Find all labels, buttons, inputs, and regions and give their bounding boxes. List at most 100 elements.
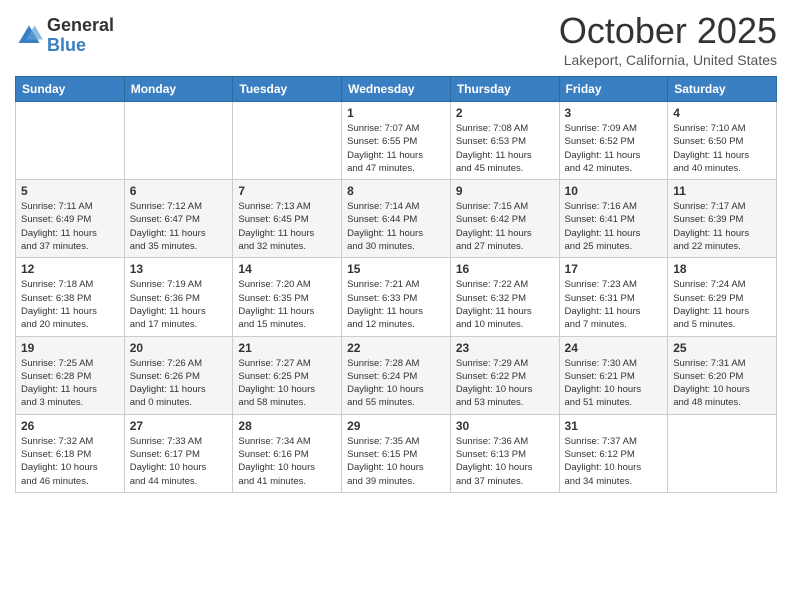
day-number: 23 [456,341,554,355]
day-info: Sunrise: 7:31 AM Sunset: 6:20 PM Dayligh… [673,357,771,410]
calendar-week-row: 1 Sunrise: 7:07 AM Sunset: 6:55 PM Daylig… [16,102,777,180]
day-number: 7 [238,184,336,198]
day-info: Sunrise: 7:27 AM Sunset: 6:25 PM Dayligh… [238,357,336,410]
day-number: 10 [565,184,663,198]
day-number: 9 [456,184,554,198]
calendar-cell: 19 Sunrise: 7:25 AM Sunset: 6:28 PM Dayli… [16,336,125,414]
calendar-cell [16,102,125,180]
calendar-cell: 26 Sunrise: 7:32 AM Sunset: 6:18 PM Dayli… [16,414,125,492]
logo-general-text: General [47,15,114,35]
day-info: Sunrise: 7:28 AM Sunset: 6:24 PM Dayligh… [347,357,445,410]
day-number: 8 [347,184,445,198]
calendar-cell: 10Sunrise: 7:16 AM Sunset: 6:41 PM Dayli… [559,180,668,258]
day-number: 2 [456,106,554,120]
calendar-cell: 21 Sunrise: 7:27 AM Sunset: 6:25 PM Dayli… [233,336,342,414]
day-number: 4 [673,106,771,120]
calendar-cell: 7 Sunrise: 7:13 AM Sunset: 6:45 PM Daylig… [233,180,342,258]
day-number: 17 [565,262,663,276]
day-header-thursday: Thursday [450,77,559,102]
day-info: Sunrise: 7:07 AM Sunset: 6:55 PM Dayligh… [347,122,445,175]
logo-blue-text: Blue [47,35,86,55]
day-number: 27 [130,419,228,433]
day-info: Sunrise: 7:20 AM Sunset: 6:35 PM Dayligh… [238,278,336,331]
day-info: Sunrise: 7:17 AM Sunset: 6:39 PM Dayligh… [673,200,771,253]
calendar-cell: 17 Sunrise: 7:23 AM Sunset: 6:31 PM Dayli… [559,258,668,336]
calendar-cell: 18 Sunrise: 7:24 AM Sunset: 6:29 PM Dayli… [668,258,777,336]
day-header-monday: Monday [124,77,233,102]
day-number: 28 [238,419,336,433]
calendar-cell [668,414,777,492]
calendar-table: SundayMondayTuesdayWednesdayThursdayFrid… [15,76,777,493]
calendar-week-row: 19 Sunrise: 7:25 AM Sunset: 6:28 PM Dayli… [16,336,777,414]
day-number: 30 [456,419,554,433]
day-number: 19 [21,341,119,355]
calendar-cell: 27 Sunrise: 7:33 AM Sunset: 6:17 PM Dayli… [124,414,233,492]
calendar-cell [233,102,342,180]
day-info: Sunrise: 7:25 AM Sunset: 6:28 PM Dayligh… [21,357,119,410]
day-number: 26 [21,419,119,433]
day-number: 31 [565,419,663,433]
calendar-cell: 31Sunrise: 7:37 AM Sunset: 6:12 PM Dayli… [559,414,668,492]
calendar-cell: 12 Sunrise: 7:18 AM Sunset: 6:38 PM Dayli… [16,258,125,336]
calendar-cell: 11Sunrise: 7:17 AM Sunset: 6:39 PM Dayli… [668,180,777,258]
day-info: Sunrise: 7:15 AM Sunset: 6:42 PM Dayligh… [456,200,554,253]
day-info: Sunrise: 7:34 AM Sunset: 6:16 PM Dayligh… [238,435,336,488]
day-number: 15 [347,262,445,276]
page-header: General Blue October 2025 Lakeport, Cali… [15,10,777,68]
calendar-cell: 20Sunrise: 7:26 AM Sunset: 6:26 PM Dayli… [124,336,233,414]
day-info: Sunrise: 7:35 AM Sunset: 6:15 PM Dayligh… [347,435,445,488]
day-number: 18 [673,262,771,276]
calendar-cell: 30 Sunrise: 7:36 AM Sunset: 6:13 PM Dayli… [450,414,559,492]
day-number: 12 [21,262,119,276]
location-text: Lakeport, California, United States [559,52,777,68]
logo-icon [15,22,43,50]
calendar-cell: 13Sunrise: 7:19 AM Sunset: 6:36 PM Dayli… [124,258,233,336]
day-info: Sunrise: 7:32 AM Sunset: 6:18 PM Dayligh… [21,435,119,488]
title-block: October 2025 Lakeport, California, Unite… [559,10,777,68]
day-info: Sunrise: 7:23 AM Sunset: 6:31 PM Dayligh… [565,278,663,331]
calendar-cell: 9 Sunrise: 7:15 AM Sunset: 6:42 PM Daylig… [450,180,559,258]
day-number: 6 [130,184,228,198]
day-header-sunday: Sunday [16,77,125,102]
day-number: 24 [565,341,663,355]
day-number: 21 [238,341,336,355]
day-header-tuesday: Tuesday [233,77,342,102]
day-info: Sunrise: 7:33 AM Sunset: 6:17 PM Dayligh… [130,435,228,488]
calendar-week-row: 5Sunrise: 7:11 AM Sunset: 6:49 PM Daylig… [16,180,777,258]
day-header-friday: Friday [559,77,668,102]
calendar-cell: 24 Sunrise: 7:30 AM Sunset: 6:21 PM Dayli… [559,336,668,414]
day-number: 14 [238,262,336,276]
day-info: Sunrise: 7:10 AM Sunset: 6:50 PM Dayligh… [673,122,771,175]
day-info: Sunrise: 7:11 AM Sunset: 6:49 PM Dayligh… [21,200,119,253]
calendar-cell: 23 Sunrise: 7:29 AM Sunset: 6:22 PM Dayli… [450,336,559,414]
day-number: 13 [130,262,228,276]
calendar-week-row: 12 Sunrise: 7:18 AM Sunset: 6:38 PM Dayli… [16,258,777,336]
calendar-header-row: SundayMondayTuesdayWednesdayThursdayFrid… [16,77,777,102]
logo: General Blue [15,16,114,56]
calendar-cell: 15Sunrise: 7:21 AM Sunset: 6:33 PM Dayli… [342,258,451,336]
day-info: Sunrise: 7:09 AM Sunset: 6:52 PM Dayligh… [565,122,663,175]
day-info: Sunrise: 7:24 AM Sunset: 6:29 PM Dayligh… [673,278,771,331]
calendar-cell: 28 Sunrise: 7:34 AM Sunset: 6:16 PM Dayli… [233,414,342,492]
day-number: 20 [130,341,228,355]
day-info: Sunrise: 7:30 AM Sunset: 6:21 PM Dayligh… [565,357,663,410]
day-info: Sunrise: 7:12 AM Sunset: 6:47 PM Dayligh… [130,200,228,253]
calendar-cell: 4 Sunrise: 7:10 AM Sunset: 6:50 PM Daylig… [668,102,777,180]
calendar-cell: 5Sunrise: 7:11 AM Sunset: 6:49 PM Daylig… [16,180,125,258]
day-info: Sunrise: 7:08 AM Sunset: 6:53 PM Dayligh… [456,122,554,175]
day-number: 29 [347,419,445,433]
day-info: Sunrise: 7:18 AM Sunset: 6:38 PM Dayligh… [21,278,119,331]
calendar-cell: 16Sunrise: 7:22 AM Sunset: 6:32 PM Dayli… [450,258,559,336]
day-header-wednesday: Wednesday [342,77,451,102]
day-info: Sunrise: 7:14 AM Sunset: 6:44 PM Dayligh… [347,200,445,253]
calendar-cell: 6 Sunrise: 7:12 AM Sunset: 6:47 PM Daylig… [124,180,233,258]
calendar-cell: 29 Sunrise: 7:35 AM Sunset: 6:15 PM Dayli… [342,414,451,492]
day-number: 1 [347,106,445,120]
day-info: Sunrise: 7:13 AM Sunset: 6:45 PM Dayligh… [238,200,336,253]
day-info: Sunrise: 7:29 AM Sunset: 6:22 PM Dayligh… [456,357,554,410]
day-number: 22 [347,341,445,355]
day-info: Sunrise: 7:36 AM Sunset: 6:13 PM Dayligh… [456,435,554,488]
calendar-cell: 1 Sunrise: 7:07 AM Sunset: 6:55 PM Daylig… [342,102,451,180]
calendar-cell: 22 Sunrise: 7:28 AM Sunset: 6:24 PM Dayli… [342,336,451,414]
month-title: October 2025 [559,10,777,52]
